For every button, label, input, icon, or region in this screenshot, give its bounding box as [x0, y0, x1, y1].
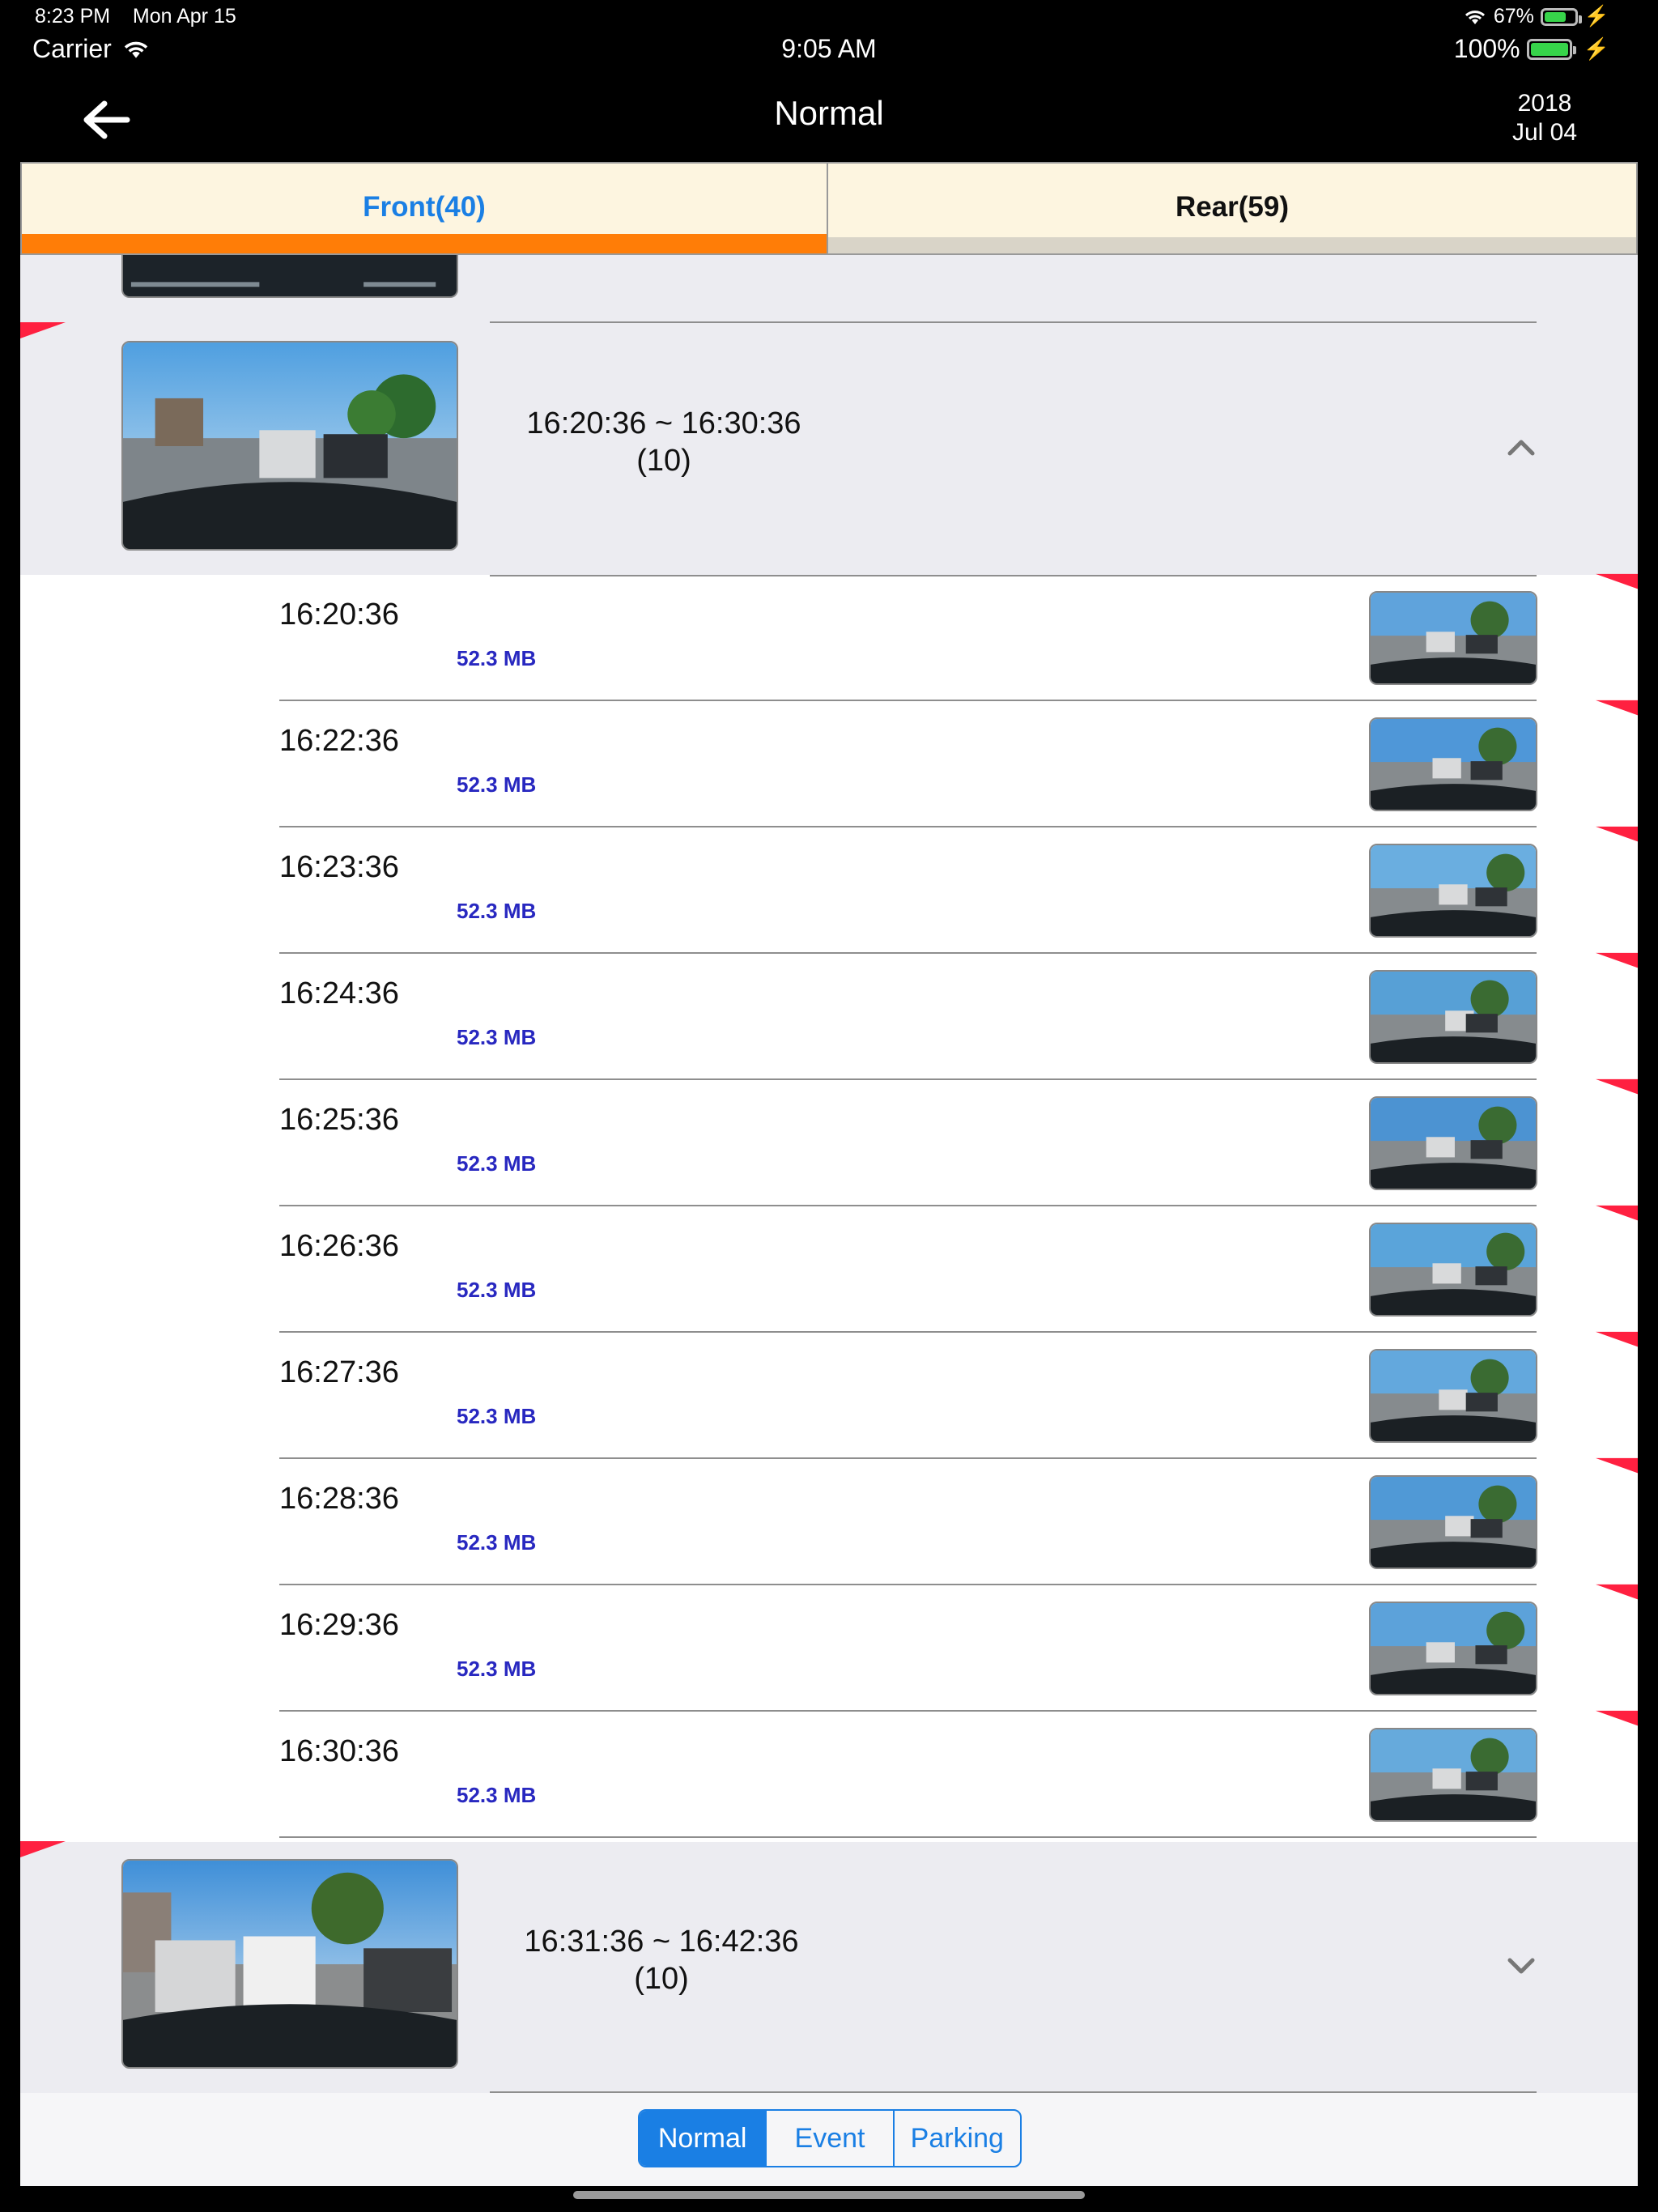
- group-range-label: 16:31:36 ~ 16:42:36: [524, 1925, 799, 1959]
- list-item[interactable]: 16:24:36 52.3 MB: [20, 954, 1638, 1080]
- list-item[interactable]: 16:25:36 52.3 MB: [20, 1080, 1638, 1206]
- item-time: 16:23:36: [279, 850, 399, 884]
- battery-icon: [1540, 7, 1582, 26]
- system-clock: 8:23 PM: [35, 5, 111, 28]
- item-size: 52.3 MB: [457, 1025, 537, 1049]
- item-thumbnail[interactable]: [1369, 1096, 1537, 1190]
- group-time-range: 16:31:36 ~ 16:42:36 (10): [500, 1923, 823, 1997]
- home-indicator: [573, 2191, 1085, 2199]
- charging-icon: ⚡: [1583, 36, 1609, 61]
- group-divider: [490, 321, 1537, 323]
- new-flag-icon: [1596, 1584, 1638, 1600]
- new-flag-icon: [1596, 952, 1638, 968]
- group-count-label: (10): [634, 1962, 689, 1996]
- item-time: 16:30:36: [279, 1734, 399, 1768]
- item-size: 52.3 MB: [457, 1657, 537, 1681]
- group-count-label: (10): [636, 444, 691, 478]
- new-flag-icon: [1596, 1710, 1638, 1726]
- date-month-day: Jul 04: [1511, 119, 1578, 146]
- tab-rear-label: Rear(59): [1175, 191, 1290, 223]
- new-flag-icon: [1596, 1078, 1638, 1095]
- date-label: 2018 Jul 04: [1496, 89, 1593, 147]
- content-area: 16:20:36 ~ 16:30:36 (10) 16:20:36 52.3 MB…: [20, 162, 1638, 2186]
- system-date: Mon Apr 15: [132, 5, 236, 28]
- status-time: 9:05 AM: [781, 34, 877, 63]
- list-item[interactable]: 16:26:36 52.3 MB: [20, 1206, 1638, 1333]
- list-item[interactable]: 16:20:36 52.3 MB: [20, 575, 1638, 701]
- system-battery-percent: 67%: [1493, 5, 1534, 28]
- list-item[interactable]: 16:30:36 52.3 MB: [20, 1712, 1638, 1838]
- system-time: 8:23 PM Mon Apr 15: [35, 5, 236, 28]
- list-item[interactable]: 16:29:36 52.3 MB: [20, 1585, 1638, 1712]
- tab-selected-indicator: [22, 234, 827, 253]
- new-flag-icon: [1596, 573, 1638, 589]
- group-thumbnail[interactable]: [121, 1859, 458, 2069]
- tab-front[interactable]: Front(40): [20, 162, 828, 255]
- new-flag-icon: [1596, 1205, 1638, 1221]
- status-bar: Carrier 9:05 AM 100% ⚡: [0, 32, 1658, 73]
- battery-icon: [1526, 38, 1576, 60]
- group-header[interactable]: 16:20:36 ~ 16:30:36 (10): [20, 324, 1638, 575]
- item-thumbnail[interactable]: [1369, 1349, 1537, 1443]
- tab-indicator: [828, 237, 1636, 253]
- charging-icon: ⚡: [1584, 5, 1609, 28]
- item-thumbnail[interactable]: [1369, 1602, 1537, 1695]
- item-size: 52.3 MB: [457, 646, 537, 670]
- item-size: 52.3 MB: [457, 1404, 537, 1428]
- group-thumbnail[interactable]: [121, 341, 458, 551]
- item-time: 16:24:36: [279, 976, 399, 1010]
- segment-normal[interactable]: Normal: [640, 2111, 766, 2166]
- item-divider: [279, 1836, 1537, 1838]
- item-time: 16:25:36: [279, 1103, 399, 1137]
- list-item[interactable]: 16:22:36 52.3 MB: [20, 701, 1638, 827]
- item-size: 52.3 MB: [457, 1783, 537, 1807]
- item-thumbnail[interactable]: [1369, 717, 1537, 811]
- wifi-icon: [1465, 10, 1485, 24]
- new-flag-icon: [1596, 826, 1638, 842]
- item-thumbnail[interactable]: [1369, 591, 1537, 685]
- group-time-range: 16:20:36 ~ 16:30:36 (10): [502, 405, 826, 479]
- group-header[interactable]: 16:31:36 ~ 16:42:36 (10): [20, 1842, 1638, 2093]
- new-flag-icon: [1596, 1457, 1638, 1474]
- system-indicators: 67% ⚡: [1463, 5, 1609, 28]
- navigation-bar: Normal 2018 Jul 04: [0, 73, 1658, 162]
- item-size: 52.3 MB: [457, 899, 537, 923]
- mode-segmented-control: Normal Event Parking: [638, 2109, 1022, 2167]
- battery-percent: 100%: [1453, 34, 1520, 63]
- item-size: 52.3 MB: [457, 772, 537, 797]
- item-thumbnail[interactable]: [1369, 1475, 1537, 1569]
- file-list: 16:20:36 52.3 MB 16:22:36 52.3 MB 16:23:36 52…: [20, 573, 1638, 1842]
- list-item[interactable]: 16:28:36 52.3 MB: [20, 1459, 1638, 1585]
- camera-tabs: Front(40) Rear(59): [20, 162, 1638, 255]
- segment-event[interactable]: Event: [765, 2111, 892, 2166]
- item-thumbnail[interactable]: [1369, 1728, 1537, 1822]
- new-flag-icon: [1596, 1331, 1638, 1347]
- item-thumbnail[interactable]: [1369, 844, 1537, 938]
- item-time: 16:29:36: [279, 1608, 399, 1642]
- item-size: 52.3 MB: [457, 1151, 537, 1176]
- date-year: 2018: [1517, 90, 1572, 117]
- segment-parking[interactable]: Parking: [892, 2111, 1020, 2166]
- new-flag-icon: [1596, 700, 1638, 716]
- item-thumbnail[interactable]: [1369, 970, 1537, 1064]
- chevron-down-icon[interactable]: [1507, 1955, 1536, 1975]
- list-item[interactable]: 16:27:36 52.3 MB: [20, 1333, 1638, 1459]
- page-title: Normal: [774, 94, 884, 132]
- tab-rear[interactable]: Rear(59): [828, 162, 1638, 255]
- battery-indicator: 100% ⚡: [1454, 34, 1609, 64]
- system-status-bar: 8:23 PM Mon Apr 15 67% ⚡: [0, 0, 1658, 32]
- item-size: 52.3 MB: [457, 1278, 537, 1302]
- filter-bar: Normal Event Parking: [20, 2093, 1638, 2186]
- item-time: 16:26:36: [279, 1229, 399, 1263]
- chevron-up-icon[interactable]: [1507, 437, 1536, 457]
- item-thumbnail[interactable]: [1369, 1223, 1537, 1317]
- group-range-label: 16:20:36 ~ 16:30:36: [526, 406, 801, 440]
- item-time: 16:22:36: [279, 724, 399, 758]
- item-time: 16:27:36: [279, 1355, 399, 1389]
- item-time: 16:28:36: [279, 1482, 399, 1516]
- item-time: 16:20:36: [279, 598, 399, 632]
- list-item[interactable]: 16:23:36 52.3 MB: [20, 827, 1638, 954]
- item-size: 52.3 MB: [457, 1530, 537, 1555]
- tab-front-label: Front(40): [363, 191, 486, 223]
